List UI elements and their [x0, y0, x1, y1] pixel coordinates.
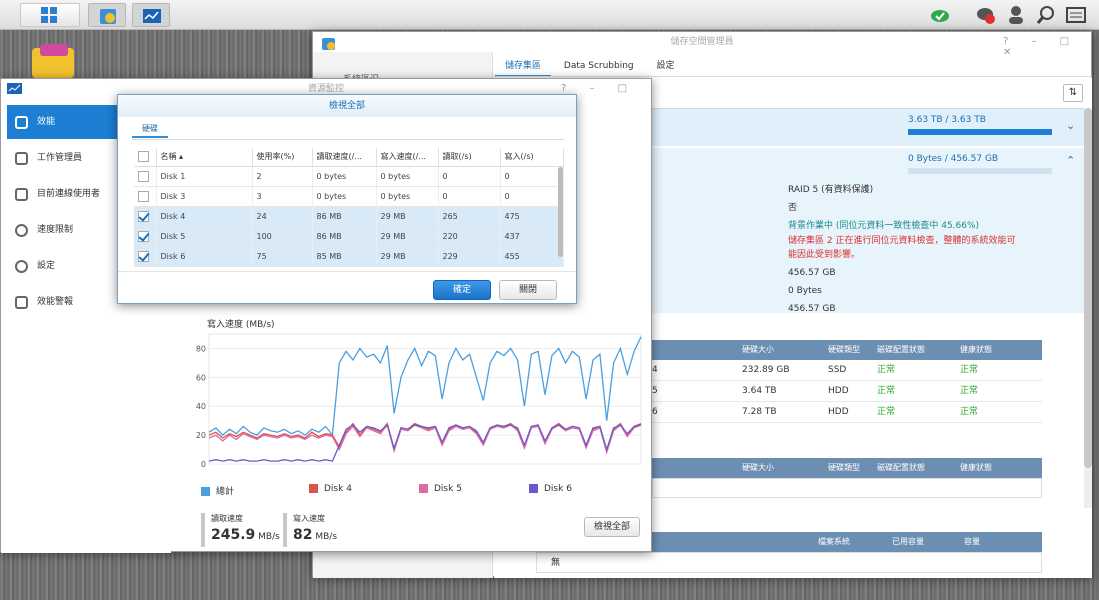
row-checkbox[interactable]: [138, 170, 149, 182]
y-tick-label: 80: [196, 344, 206, 353]
table-row[interactable]: Disk 330 bytes 0 bytes 0 0: [134, 186, 564, 207]
y-tick-label: 60: [196, 373, 206, 382]
dialog-scrollbar[interactable]: [558, 167, 563, 257]
view-all-dialog: 檢視全部 硬碟 名稱 ▴ 使用率(%) 讀取速度(/... 寫入速度(/... …: [117, 94, 577, 304]
row-checkbox[interactable]: [138, 210, 149, 222]
nav-item-speed-limit[interactable]: 速度限制: [7, 213, 117, 247]
view-all-button[interactable]: 檢視全部: [584, 517, 640, 537]
col-write-speed[interactable]: 寫入速度(/...: [376, 148, 439, 167]
volume-table-row[interactable]: 無: [536, 552, 1042, 573]
table-row[interactable]: Disk 5 100 86 MB 29 MB 220 437: [134, 226, 564, 247]
taskbar-resource-monitor[interactable]: [132, 3, 170, 27]
task-manager-icon: [15, 152, 28, 165]
notification-icon[interactable]: [976, 5, 996, 25]
warning-text: 儲存集區 2 正在進行同位元資料檢查，整體的系統效能可能因此受到影響。: [788, 236, 1016, 260]
col-name[interactable]: 名稱 ▴: [156, 148, 253, 167]
disk-table-header: 硬碟大小 硬碟類型 磁碟配置狀態 健康狀態: [652, 340, 1042, 360]
disk-table2-body: [652, 478, 1042, 498]
chevron-down-icon[interactable]: ⌄: [1066, 119, 1075, 132]
read-speed-stat: 讀取速度 245.9 MB/s: [201, 513, 281, 547]
storage-manager-title: 儲存空間管理員: [670, 37, 734, 47]
free-capacity: 456.57 GB: [788, 304, 836, 314]
table-row[interactable]: Disk 4 24 86 MB 29 MB 265 475: [134, 206, 564, 227]
ok-button[interactable]: 確定: [433, 280, 491, 300]
table-row[interactable]: Disk 6 75 85 MB 29 MB 229 455: [134, 246, 564, 267]
nav-item-alerts[interactable]: 效能警報: [7, 285, 117, 319]
row-checkbox[interactable]: [138, 250, 149, 262]
legend-item-disk5[interactable]: Disk 5: [419, 484, 462, 494]
table-row[interactable]: 5 3.64 TB HDD 正常 正常: [652, 381, 1042, 402]
write-speed-chart: 0 20 40 60 80: [196, 333, 642, 469]
nav-item-task-manager[interactable]: 工作管理員: [7, 141, 117, 175]
col-writes[interactable]: 寫入(/s): [500, 148, 564, 167]
detail-no: 否: [788, 203, 798, 213]
dialog-title: 檢視全部: [118, 95, 576, 117]
resource-monitor-icon: [143, 9, 161, 23]
used-capacity: 0 Bytes: [788, 286, 822, 296]
alert-list-icon: [15, 296, 28, 309]
legend-item-disk4[interactable]: Disk 4: [309, 484, 352, 494]
plot-area: [208, 333, 642, 465]
select-all-checkbox[interactable]: [138, 151, 149, 163]
search-icon[interactable]: [1036, 5, 1056, 25]
main-menu-icon: [41, 7, 57, 23]
tab-data-scrubbing[interactable]: Data Scrubbing: [554, 57, 644, 75]
sort-icon[interactable]: ⇅: [1063, 84, 1083, 102]
tab-storage-pool[interactable]: 儲存集區: [495, 54, 552, 77]
write-speed-stat: 寫入速度 82 MB/s: [283, 513, 363, 547]
legend-item-total[interactable]: 總計: [201, 484, 234, 497]
y-tick-label: 20: [196, 431, 206, 440]
storage-manager-icon: [100, 9, 116, 24]
taskbar: [0, 0, 1099, 30]
row-checkbox[interactable]: [138, 230, 149, 242]
disk-table-header-row: 名稱 ▴ 使用率(%) 讀取速度(/... 寫入速度(/... 讀取(/s) 寫…: [134, 148, 564, 167]
resource-monitor-window-icon: [7, 83, 22, 94]
storage-manager-window-icon: [322, 38, 335, 50]
storage-tabs: 儲存集區 Data Scrubbing 設定: [495, 54, 685, 77]
raid-type: RAID 5 (有資料保護): [788, 185, 874, 195]
speed-icon: [15, 224, 28, 237]
col-reads[interactable]: 讀取(/s): [438, 148, 501, 167]
tab-disk[interactable]: 硬碟: [132, 121, 168, 138]
row-checkbox[interactable]: [138, 190, 149, 202]
col-util[interactable]: 使用率(%): [252, 148, 313, 167]
y-tick-label: 40: [196, 402, 206, 411]
chevron-up-icon[interactable]: ⌃: [1066, 154, 1075, 167]
col-read-speed[interactable]: 讀取速度(/...: [312, 148, 377, 167]
nav-item-connected-users[interactable]: 目前連線使用者: [7, 177, 117, 211]
disk-table-body: 4 232.89 GB SSD 正常 正常 5 3.64 TB HDD 正常 正…: [652, 360, 1042, 423]
performance-icon: [15, 116, 28, 129]
nav-item-settings[interactable]: 設定: [7, 249, 117, 283]
cloud-sync-icon[interactable]: [930, 5, 950, 25]
legend-item-disk6[interactable]: Disk 6: [529, 484, 572, 494]
window-controls[interactable]: ? – □ ✕: [1003, 36, 1091, 58]
table-row[interactable]: Disk 120 bytes 0 bytes 0 0: [134, 166, 564, 187]
scrollbar[interactable]: [1084, 108, 1092, 508]
y-tick-label: 0: [201, 460, 206, 469]
close-button[interactable]: 關閉: [499, 280, 557, 300]
total-capacity: 456.57 GB: [788, 268, 836, 278]
main-menu-button[interactable]: [20, 3, 80, 27]
user-icon[interactable]: [1006, 5, 1026, 25]
widgets-icon[interactable]: [1066, 5, 1086, 25]
taskbar-storage-manager[interactable]: [88, 3, 126, 27]
pool2-usage-bar: [908, 168, 1052, 174]
tab-settings[interactable]: 設定: [647, 54, 685, 75]
pool1-usage: 3.63 TB / 3.63 TB: [908, 115, 986, 125]
table-row[interactable]: 4 232.89 GB SSD 正常 正常: [652, 360, 1042, 381]
disk-table: 名稱 ▴ 使用率(%) 讀取速度(/... 寫入速度(/... 讀取(/s) 寫…: [134, 148, 564, 267]
background-task-status: 背景作業中 (同位元資料一致性檢查中 45.66%): [788, 221, 980, 231]
gear-icon: [15, 260, 28, 273]
disk-table2-header: 硬碟大小 硬碟類型 磁碟配置狀態 健康狀態: [652, 458, 1042, 478]
nav-item-performance[interactable]: 效能: [7, 105, 117, 139]
plug-icon: [15, 188, 28, 201]
pool2-usage: 0 Bytes / 456.57 GB: [908, 154, 999, 164]
pool1-usage-bar: [908, 129, 1052, 135]
desktop-app-icon[interactable]: [30, 44, 78, 78]
table-row[interactable]: 6 7.28 TB HDD 正常 正常: [652, 402, 1042, 423]
